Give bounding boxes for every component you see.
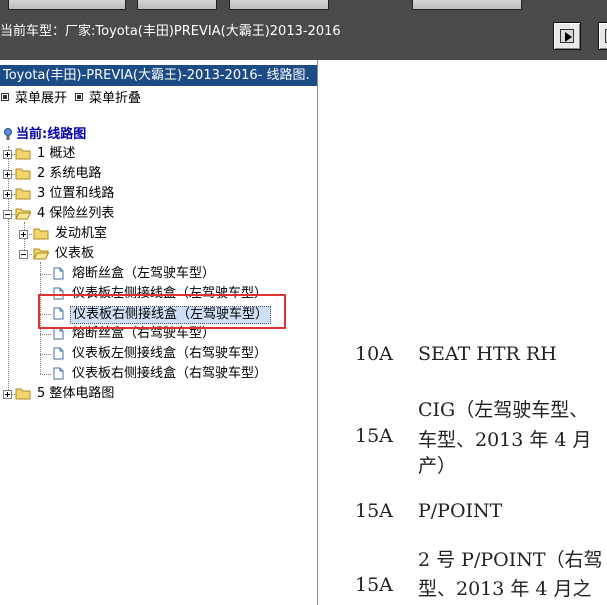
vehicle-name: 厂家:Toyota(丰田)PREVIA(大霸王)2013-2016 [65,24,341,39]
folder-icon [15,388,31,400]
tree-item-fuse-list[interactable]: 4 保险丝列表 [0,205,200,223]
collapse-minus-icon[interactable] [3,210,12,219]
expand-square-icon [1,93,9,101]
document-viewer: 10A SEAT HTR RH CIG（左驾驶车型、 15A 车型、2013 年… [319,60,607,605]
fuse-circuit-name: 型、2013 年 4 月之 [418,578,592,600]
tree-item-engine-room[interactable]: 发动机室 [0,225,200,243]
tree-leaf-label: 熔断丝盒（左驾驶车型） [72,266,216,281]
play-right-icon [565,32,572,42]
expand-plus-icon[interactable] [3,390,12,399]
fuse-circuit-name: 2 号 P/POINT（右驾 [418,549,603,571]
expand-plus-icon[interactable] [3,190,12,199]
fuse-circuit-name: SEAT HTR RH [418,343,557,365]
fuse-circuit-name: P/POINT [418,500,503,522]
tree-item-label: 2 系统电路 [37,166,102,181]
document-icon [53,367,64,380]
current-vehicle-label: 当前车型：厂家:Toyota(丰田)PREVIA(大霸王)2013-2016 [0,20,341,39]
fuse-amperage: 15A [355,574,393,596]
open-folder-icon [33,248,49,260]
fuse-amperage: 15A [355,500,393,522]
folder-icon [15,168,31,180]
pane-title: Toyota(丰田)-PREVIA(大霸王)-2013-2016- 线路图. [0,65,317,86]
tree-root[interactable]: 当前:线路图 [3,127,86,143]
navigate-button[interactable] [553,22,581,50]
tree-item-instrument-panel[interactable]: 仪表板 [0,245,200,263]
tree-item-system-circuits[interactable]: 2 系统电路 [0,165,200,183]
expand-all-label: 菜单展开 [15,91,68,106]
tree-item-label: 3 位置和线路 [37,186,115,201]
toolbar-button-3[interactable] [229,0,329,10]
collapse-square-icon [75,93,83,101]
expand-plus-icon[interactable] [3,150,12,159]
folder-icon [15,188,31,200]
tree-leaf-left-junction-rhd[interactable]: 仪表板左侧接线盒（右驾驶车型） [0,345,300,363]
tree-item-label: 5 整体电路图 [37,386,115,401]
toolbar-button-1[interactable] [8,0,126,10]
fuse-circuit-name: CIG（左驾驶车型、 [418,399,589,421]
tree-leaf-fuse-box-lhd[interactable]: 熔断丝盒（左驾驶车型） [0,265,300,283]
tree-item-label: 仪表板 [55,246,95,261]
folder-icon [33,228,49,240]
vehicle-prefix: 当前车型： [0,24,66,39]
tree-leaf-label: 仪表板左侧接线盒（右驾驶车型） [72,346,268,361]
fuse-amperage: 15A [355,425,393,447]
fuse-circuit-name: 产） [418,455,457,477]
tree-item-overall-diagram[interactable]: 5 整体电路图 [0,385,200,403]
top-toolbar: 当前车型：厂家:Toyota(丰田)PREVIA(大霸王)2013-2016 [0,0,607,60]
tree-leaf-label: 仪表板右侧接线盒（右驾驶车型） [72,366,268,381]
tree-item-overview[interactable]: 1 概述 [0,145,200,163]
document-icon [53,347,64,360]
toolbar-button-2[interactable] [137,0,217,10]
collapse-all-button[interactable]: 菜单折叠 [75,91,141,107]
fuse-amperage: 10A [355,343,393,365]
tree-leaf-right-junction-rhd[interactable]: 仪表板右侧接线盒（右驾驶车型） [0,365,300,383]
highlight-annotation [38,294,286,329]
folder-icon [15,148,31,160]
tree-root-label: 当前:线路图 [16,127,87,142]
collapse-minus-icon[interactable] [19,250,28,259]
tree-item-location-wiring[interactable]: 3 位置和线路 [0,185,200,203]
fuse-circuit-name: 车型、2013 年 4 月 [418,429,592,451]
open-folder-icon [15,208,31,220]
tree-item-label: 发动机室 [55,226,108,241]
expand-plus-icon[interactable] [3,170,12,179]
expand-all-button[interactable]: 菜单展开 [1,91,67,107]
document-icon [53,267,64,280]
toolbar-button-4[interactable] [412,0,522,10]
tree-item-label: 4 保险丝列表 [37,206,115,221]
tree-item-label: 1 概述 [37,146,76,161]
next-page-button[interactable] [598,22,607,50]
current-location-icon [4,128,12,140]
collapse-all-label: 菜单折叠 [89,91,142,106]
navigation-tree-pane: Toyota(丰田)-PREVIA(大霸王)-2013-2016- 线路图. 菜… [0,60,318,605]
expand-plus-icon[interactable] [19,230,28,239]
